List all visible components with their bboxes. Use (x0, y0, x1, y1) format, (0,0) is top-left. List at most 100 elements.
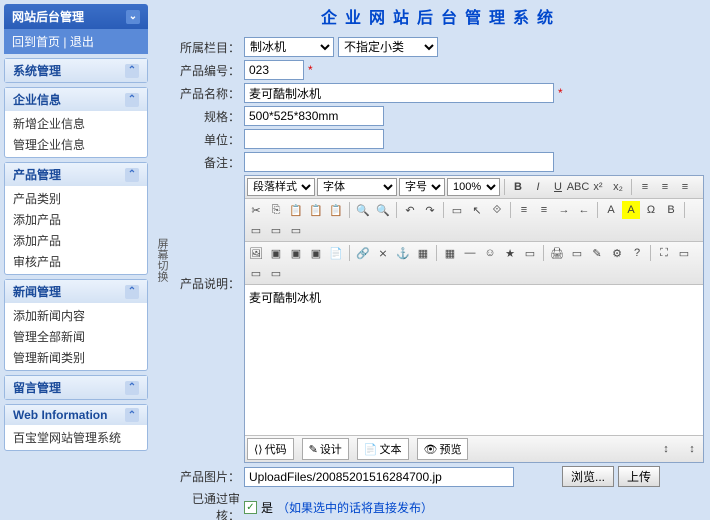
paste3-icon[interactable]: 📋 (327, 201, 345, 219)
browse-button[interactable]: 浏览... (562, 466, 614, 487)
unit-input[interactable] (244, 129, 384, 149)
max-icon[interactable]: ⛶ (655, 244, 673, 262)
mode-preview[interactable]: 👁 预览 (417, 438, 469, 460)
outdent-icon[interactable]: ← (575, 201, 593, 219)
select-icon[interactable]: ▭ (448, 201, 466, 219)
collapse-icon[interactable]: ↕ (683, 440, 701, 458)
print-icon[interactable]: 🖨 (548, 244, 566, 262)
sub-icon[interactable]: x₂ (609, 178, 627, 196)
indent-icon[interactable]: → (555, 201, 573, 219)
undo-icon[interactable]: ↶ (401, 201, 419, 219)
remark-input[interactable] (244, 152, 554, 172)
editor-content[interactable]: 麦可酷制冰机 (245, 285, 703, 435)
hr-icon[interactable]: — (461, 244, 479, 262)
more2-icon[interactable]: ▭ (267, 221, 285, 239)
zoom-select[interactable]: 100% (447, 178, 500, 196)
align-left-icon[interactable]: ≡ (636, 178, 654, 196)
screen-switch-tab[interactable]: 屏幕切换 (152, 236, 172, 284)
link-icon[interactable]: 🔗 (354, 244, 372, 262)
toggle-icon[interactable]: ⌃ (125, 93, 139, 107)
mode-code[interactable]: ⟨⟩ 代码 (247, 438, 294, 460)
extra2-icon[interactable]: ▭ (247, 264, 265, 282)
align-right-icon[interactable]: ≡ (676, 178, 694, 196)
italic-icon[interactable]: I (529, 178, 547, 196)
panel-item[interactable]: 添加产品 (9, 209, 143, 230)
strike-icon[interactable]: ABC (569, 178, 587, 196)
bgcolor-icon[interactable]: A (622, 201, 640, 219)
ol-icon[interactable]: ≡ (515, 201, 533, 219)
unlink-icon[interactable]: ⨯ (374, 244, 392, 262)
file-icon[interactable]: 📄 (327, 244, 345, 262)
paste-icon[interactable]: 📋 (287, 201, 305, 219)
media3-icon[interactable]: ▣ (307, 244, 325, 262)
panel-item[interactable]: 产品类别 (9, 188, 143, 209)
panel-item[interactable]: 管理全部新闻 (9, 326, 143, 347)
code-input[interactable] (244, 60, 304, 80)
category-select-2[interactable]: 不指定小类 (338, 37, 438, 57)
help-icon[interactable]: ? (628, 244, 646, 262)
toggle-icon[interactable]: ⌃ (125, 408, 139, 422)
extra3-icon[interactable]: ▭ (267, 264, 285, 282)
size-select[interactable]: 字号 (399, 178, 445, 196)
table-icon[interactable]: ▦ (441, 244, 459, 262)
media1-icon[interactable]: ▣ (267, 244, 285, 262)
form-icon[interactable]: ▭ (568, 244, 586, 262)
super-icon[interactable]: x² (589, 178, 607, 196)
toggle-icon[interactable]: ⌃ (125, 64, 139, 78)
panel-item[interactable]: 新增企业信息 (9, 113, 143, 134)
media2-icon[interactable]: ▣ (287, 244, 305, 262)
case-icon[interactable]: B (662, 201, 680, 219)
find-icon[interactable]: 🔍 (354, 201, 372, 219)
ref-icon[interactable]: ⟐ (488, 201, 506, 219)
panel-head[interactable]: 企业信息⌃ (5, 88, 147, 111)
ul-icon[interactable]: ≡ (535, 201, 553, 219)
category-select-1[interactable]: 制冰机 (244, 37, 334, 57)
redo-icon[interactable]: ↷ (421, 201, 439, 219)
cut-icon[interactable]: ✂ (247, 201, 265, 219)
panel-head[interactable]: 产品管理⌃ (5, 163, 147, 186)
more1-icon[interactable]: ▭ (247, 221, 265, 239)
image-input[interactable] (244, 467, 514, 487)
opt-icon[interactable]: ⚙ (608, 244, 626, 262)
map-icon[interactable]: ▦ (414, 244, 432, 262)
panel-head[interactable]: 留言管理⌃ (5, 376, 147, 399)
font-select[interactable]: 字体 (317, 178, 397, 196)
toggle-icon[interactable]: ⌃ (125, 285, 139, 299)
panel-item[interactable]: 添加新闻内容 (9, 305, 143, 326)
extra1-icon[interactable]: ▭ (675, 244, 693, 262)
mode-design[interactable]: ✎ 设计 (302, 438, 349, 460)
fgcolor-icon[interactable]: A (602, 201, 620, 219)
home-link[interactable]: 回到首页 (12, 35, 60, 49)
paste2-icon[interactable]: 📋 (307, 201, 325, 219)
panel-head[interactable]: Web Information⌃ (5, 405, 147, 425)
panel-item[interactable]: 审核产品 (9, 251, 143, 272)
toggle-icon[interactable]: ⌃ (125, 168, 139, 182)
cursor-icon[interactable]: ↖ (468, 201, 486, 219)
replace-icon[interactable]: 🔍 (374, 201, 392, 219)
toggle-icon[interactable]: ⌃ (125, 381, 139, 395)
approved-checkbox[interactable]: ✓ (244, 501, 257, 514)
more3-icon[interactable]: ▭ (287, 221, 305, 239)
logout-link[interactable]: 退出 (70, 35, 94, 49)
bold-icon[interactable]: B (509, 178, 527, 196)
panel-head[interactable]: 新闻管理⌃ (5, 280, 147, 303)
emoji-icon[interactable]: ☺ (481, 244, 499, 262)
char-icon[interactable]: Ω (642, 201, 660, 219)
collapse-icon[interactable]: ⌄ (126, 10, 140, 24)
panel-item[interactable]: 管理企业信息 (9, 134, 143, 155)
panel-head[interactable]: 系统管理⌃ (5, 59, 147, 82)
mode-text[interactable]: 📄 文本 (357, 438, 409, 460)
expand-icon[interactable]: ↕ (657, 440, 675, 458)
panel-item[interactable]: 管理新闻类别 (9, 347, 143, 368)
panel-item[interactable]: 百宝堂网站管理系统 (9, 427, 143, 448)
img-icon[interactable]: 🖼 (247, 244, 265, 262)
upload-button[interactable]: 上传 (618, 466, 660, 487)
special-icon[interactable]: ★ (501, 244, 519, 262)
align-center-icon[interactable]: ≡ (656, 178, 674, 196)
format-select[interactable]: 段落样式 (247, 178, 315, 196)
clean-icon[interactable]: ✎ (588, 244, 606, 262)
underline-icon[interactable]: U (549, 178, 567, 196)
name-input[interactable] (244, 83, 554, 103)
anchor-icon[interactable]: ⚓ (394, 244, 412, 262)
page-icon[interactable]: ▭ (521, 244, 539, 262)
